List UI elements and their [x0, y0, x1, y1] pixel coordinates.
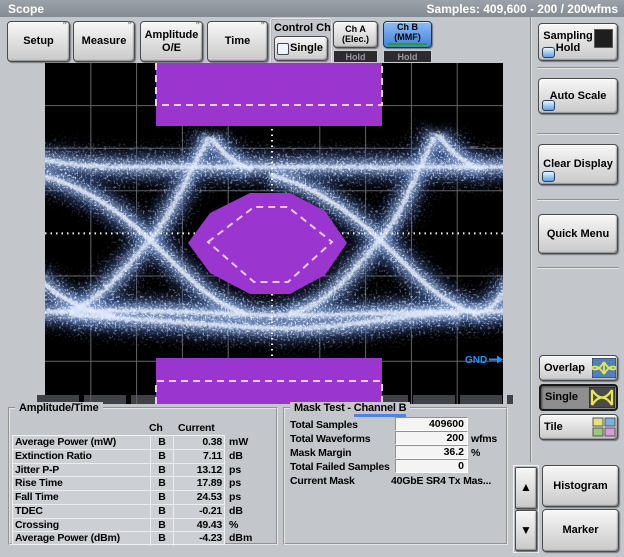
separator: [537, 133, 619, 135]
mask-row-unit: %: [471, 447, 481, 459]
marker-button[interactable]: Marker: [542, 509, 619, 552]
gnd-marker: GND: [465, 355, 503, 366]
mask-top-region: [156, 63, 382, 126]
sampling-hold-led: [542, 47, 555, 58]
sampling-hold-screen-square: [594, 29, 613, 48]
col-header-ch: Ch: [149, 422, 163, 434]
table-row: Jitter P-P B 13.12: [13, 463, 224, 478]
sampling-hold-button[interactable]: Sampling Hold: [538, 23, 618, 61]
mask-test-title: Mask Test - Channel B: [290, 402, 411, 417]
clear-display-led: [542, 171, 555, 182]
auto-scale-button[interactable]: Auto Scale: [538, 78, 618, 114]
mask-row-value: 409600: [395, 417, 468, 431]
hold-b-indicator[interactable]: Hold: [383, 50, 432, 63]
app-title: Scope: [8, 1, 45, 16]
histogram-button[interactable]: Histogram: [542, 465, 619, 507]
overlap-icon: [592, 358, 616, 378]
separator: [537, 67, 619, 69]
channel-b-button[interactable]: Ch B (MMF): [383, 21, 432, 48]
gnd-label: GND: [465, 355, 487, 366]
clear-display-button[interactable]: Clear Display: [538, 144, 618, 185]
quick-menu-button[interactable]: Quick Menu: [538, 214, 618, 254]
channel-b-active-underline: [388, 43, 427, 45]
control-ch-label: Control Ch: [274, 22, 331, 34]
single-checkbox[interactable]: [277, 42, 289, 55]
overlap-view-button[interactable]: Overlap: [539, 355, 618, 381]
amplitude-oe-button[interactable]: Amplitude O/E: [140, 21, 203, 62]
single-acquire-button[interactable]: Single: [274, 36, 328, 61]
col-header-current: Current: [178, 422, 215, 434]
amplitude-time-title: Amplitude/Time: [15, 402, 103, 414]
measure-button[interactable]: Measure: [73, 21, 135, 62]
mask-row-label: Total Samples: [290, 419, 358, 431]
mask-row-label: Total Waveforms: [290, 433, 371, 445]
separator: [537, 267, 619, 269]
unit-labels: mW dB ps ps ps dB % dBm: [229, 436, 253, 545]
scroll-up-button[interactable]: ▲: [515, 467, 537, 509]
table-row: Fall Time B 24.53: [13, 491, 224, 505]
down-arrow-icon: ▼: [520, 522, 532, 537]
mask-row-value: 200: [395, 431, 468, 445]
mask-row-label: Mask Margin: [290, 447, 352, 459]
eye-diagram: GND: [45, 63, 503, 404]
table-row: Crossing B 49.43: [13, 518, 224, 533]
current-mask-label: Current Mask: [290, 475, 355, 487]
measurement-table: Average Power (mW) B 0.38 Extinction Ratio…: [12, 435, 225, 546]
single-icon: [589, 387, 615, 408]
table-row: Average Power (mW) B 0.38: [13, 436, 224, 450]
mask-row-value: 36.2: [395, 445, 468, 459]
auto-scale-led: [542, 100, 555, 111]
mask-row-value: 0: [395, 459, 468, 473]
mask-row-unit: wfms: [471, 433, 498, 445]
hold-a-indicator[interactable]: Hold: [333, 50, 378, 63]
channel-a-button[interactable]: Ch A (Elec.): [333, 21, 378, 48]
separator: [537, 199, 619, 201]
setup-button[interactable]: Setup: [7, 21, 70, 62]
single-view-button[interactable]: Single: [539, 384, 618, 411]
table-row: TDEC B -0.21: [13, 504, 224, 519]
scroll-down-button[interactable]: ▼: [515, 510, 537, 551]
samples-status: Samples: 409,600 - 200 / 200wfms: [426, 1, 618, 16]
right-panel-divider: [530, 17, 531, 462]
table-row: Average Power (dBm) B -4.23: [15, 532, 222, 546]
up-arrow-icon: ▲: [520, 480, 532, 495]
mask-test-channel[interactable]: Channel B: [353, 402, 407, 417]
time-button[interactable]: Time: [207, 21, 268, 62]
table-row: Extinction Ratio B 7.11: [13, 449, 224, 464]
tile-icon: [592, 417, 616, 437]
scroll-arrows-group: ▲ ▼: [513, 465, 539, 553]
title-bar: Scope Samples: 409,600 - 200 / 200wfms: [0, 0, 624, 17]
current-mask-value: 40GbE SR4 Tx Mas...: [391, 475, 492, 487]
mask-row-label: Total Failed Samples: [290, 461, 390, 473]
tile-view-button[interactable]: Tile: [539, 414, 618, 440]
table-row: Rise Time B 17.89: [13, 477, 224, 491]
